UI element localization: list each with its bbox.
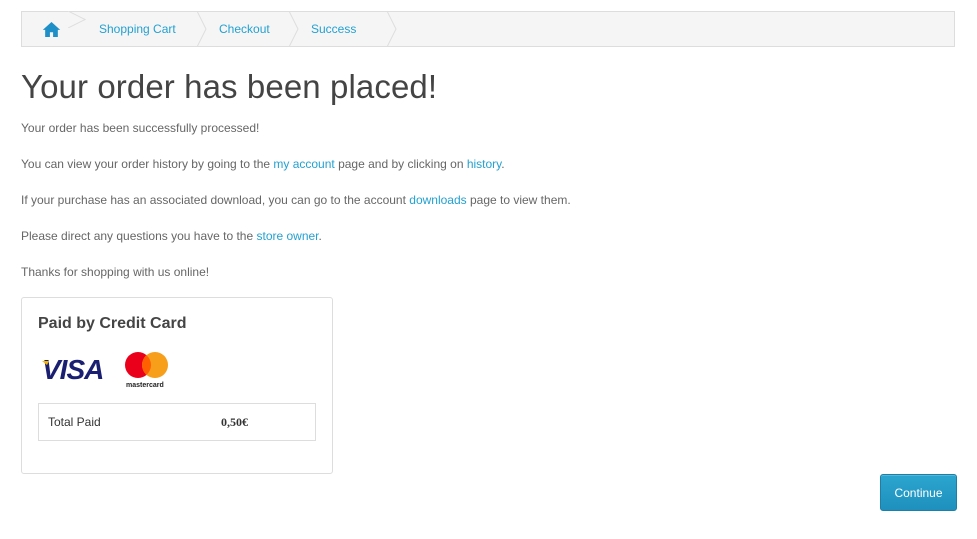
visa-logo: VISA: [42, 354, 104, 385]
order-processed-text: Your order has been successfully process…: [21, 121, 260, 135]
page-title: Your order has been placed!: [21, 68, 438, 105]
payment-panel: Paid by Credit Card VISA mastercard Tota…: [21, 297, 333, 474]
breadcrumb-link-checkout[interactable]: Checkout: [219, 23, 270, 35]
visa-logo-text: VISA: [42, 354, 103, 385]
breadcrumb-separator: [68, 11, 87, 28]
questions-prefix: Please direct any questions you have to …: [21, 229, 257, 243]
breadcrumb-home[interactable]: [22, 11, 87, 46]
breadcrumb-separator: [197, 11, 207, 47]
breadcrumb-link-shopping-cart[interactable]: Shopping Cart: [99, 23, 176, 35]
downloads-text: If your purchase has an associated downl…: [21, 193, 571, 207]
thanks-text: Thanks for shopping with us online!: [21, 265, 210, 279]
downloads-prefix: If your purchase has an associated downl…: [21, 193, 410, 207]
breadcrumb-item-shopping-cart[interactable]: Shopping Cart: [79, 11, 207, 47]
mastercard-logo: mastercard: [125, 352, 168, 389]
payment-title: Paid by Credit Card: [38, 315, 187, 332]
breadcrumb-link-success[interactable]: Success: [311, 23, 356, 35]
breadcrumb-separator: [387, 11, 397, 47]
mastercard-logo-text: mastercard: [126, 382, 164, 389]
breadcrumb-item-checkout[interactable]: Checkout: [199, 11, 299, 47]
downloads-suffix: page to view them.: [466, 193, 571, 207]
store-owner-link[interactable]: store owner: [256, 229, 318, 243]
total-paid-value: 0,50€: [221, 414, 248, 429]
downloads-link[interactable]: downloads: [409, 193, 466, 207]
card-logos: VISA mastercard: [42, 352, 168, 389]
total-paid-table: Total Paid 0,50€: [38, 403, 316, 441]
my-account-link[interactable]: my account: [273, 157, 334, 171]
table-row: Total Paid 0,50€: [39, 404, 316, 441]
history-link[interactable]: history: [467, 157, 501, 171]
order-history-suffix: .: [501, 157, 505, 171]
order-history-prefix: You can view your order history by going…: [21, 157, 274, 171]
breadcrumb-separator: [289, 11, 299, 47]
questions-text: Please direct any questions you have to …: [21, 229, 322, 243]
order-history-text: You can view your order history by going…: [21, 157, 505, 171]
total-paid-label: Total Paid: [48, 415, 101, 429]
questions-suffix: .: [318, 229, 322, 243]
order-history-middle: page and by clicking on: [334, 157, 467, 171]
breadcrumb: Shopping Cart Checkout Success: [21, 11, 955, 47]
home-icon[interactable]: [42, 21, 61, 38]
continue-button[interactable]: Continue: [880, 474, 957, 511]
breadcrumb-item-success[interactable]: Success: [291, 11, 397, 47]
